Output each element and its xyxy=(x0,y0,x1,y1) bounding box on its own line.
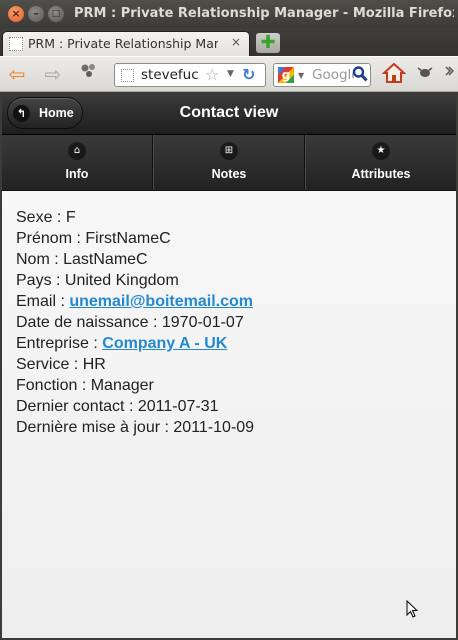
field-label: Fonction : xyxy=(16,377,87,394)
field-value: 2011-10-09 xyxy=(173,419,255,436)
field-label: Email : xyxy=(16,293,65,310)
addon-bug-icon[interactable] xyxy=(416,65,434,83)
favicon-placeholder-icon xyxy=(9,37,23,51)
field-label: Nom : xyxy=(16,251,59,268)
web-page: ↰ Home Contact view ⌂ Info ⊞ Notes ★ Att… xyxy=(2,92,456,638)
window-maximize-button[interactable]: □ xyxy=(48,6,64,22)
field-label: Dernier contact : xyxy=(16,398,134,415)
field-value: LastNameC xyxy=(63,251,148,268)
field-value: FirstNameC xyxy=(85,230,171,247)
grid-icon: ⊞ xyxy=(220,142,238,160)
tab-notes-label: Notes xyxy=(211,167,247,181)
field-prenom: Prénom : FirstNameC xyxy=(16,228,254,249)
window-title: PRM : Private Relationship Manager - Moz… xyxy=(74,6,454,21)
field-value: 2011-07-31 xyxy=(137,398,219,415)
contact-navbar: ⌂ Info ⊞ Notes ★ Attributes xyxy=(2,135,456,191)
field-label: Date de naissance : xyxy=(16,314,158,331)
field-value: 1970-01-07 xyxy=(161,314,244,331)
field-value: Manager xyxy=(90,377,154,394)
field-email: Email : unemail@boitemail.com xyxy=(16,291,254,312)
field-pays: Pays : United Kingdom xyxy=(16,270,254,291)
field-label: Service : xyxy=(16,356,79,373)
field-label: Prénom : xyxy=(16,230,81,247)
tab-strip: PRM : Private Relationship Manager × ✚ xyxy=(0,28,458,56)
field-label: Dernière mise à jour : xyxy=(16,419,169,436)
field-dernier-contact: Dernier contact : 2011-07-31 xyxy=(16,396,254,417)
page-header: ↰ Home Contact view xyxy=(2,92,456,135)
url-bar[interactable]: stevefuc ☆ ▼ ↻ xyxy=(114,63,266,87)
field-label: Entreprise : xyxy=(16,335,98,352)
new-tab-button[interactable]: ✚ xyxy=(256,33,280,53)
tab-close-button[interactable]: × xyxy=(229,35,243,49)
search-input[interactable]: Google xyxy=(312,67,354,83)
window-border xyxy=(0,92,2,640)
back-button[interactable]: ⇦ xyxy=(4,62,30,86)
browser-home-icon[interactable] xyxy=(381,62,407,90)
url-text[interactable]: stevefuc xyxy=(141,67,203,83)
overflow-chevron-icon[interactable] xyxy=(444,65,455,80)
url-dropdown-icon[interactable]: ▼ xyxy=(227,69,234,79)
star-icon: ★ xyxy=(372,142,390,160)
tab-info-label: Info xyxy=(65,167,89,181)
window-titlebar: × – □ PRM : Private Relationship Manager… xyxy=(0,0,458,28)
mouse-cursor-icon xyxy=(406,599,419,618)
field-label: Pays : xyxy=(16,272,61,289)
field-value: United Kingdom xyxy=(64,272,179,289)
window-close-button[interactable]: × xyxy=(8,6,24,22)
site-identity-icon[interactable] xyxy=(121,69,134,82)
email-link[interactable]: unemail@boitemail.com xyxy=(69,293,253,310)
google-icon[interactable]: g xyxy=(278,67,294,83)
window-minimize-button[interactable]: – xyxy=(28,6,44,22)
extension-icon[interactable] xyxy=(76,62,102,86)
field-fonction: Fonction : Manager xyxy=(16,375,254,396)
field-naissance: Date de naissance : 1970-01-07 xyxy=(16,312,254,333)
bookmark-star-icon[interactable]: ☆ xyxy=(205,65,219,84)
tab-info[interactable]: ⌂ Info xyxy=(2,135,153,190)
plus-icon: ✚ xyxy=(260,32,276,53)
tab-attributes-label: Attributes xyxy=(351,167,411,181)
forward-button[interactable]: ⇨ xyxy=(40,62,66,86)
browser-toolbar: ⇦ ⇨ stevefuc ☆ ▼ ↻ g ▼ Google xyxy=(0,56,458,92)
tab-title: PRM : Private Relationship Manager xyxy=(28,36,218,51)
search-icon[interactable] xyxy=(352,65,368,87)
search-bar[interactable]: g ▼ Google xyxy=(273,63,371,87)
field-label: Sexe : xyxy=(16,209,62,226)
field-service: Service : HR xyxy=(16,354,254,375)
field-value: F xyxy=(65,209,76,226)
company-link[interactable]: Company A - UK xyxy=(102,335,227,352)
reload-icon[interactable]: ↻ xyxy=(242,65,255,84)
search-engine-dropdown-icon[interactable]: ▼ xyxy=(298,71,304,80)
field-entreprise: Entreprise : Company A - UK xyxy=(16,333,254,354)
field-sexe: Sexe : F xyxy=(16,207,254,228)
browser-tab[interactable]: PRM : Private Relationship Manager × xyxy=(2,31,250,56)
tab-notes[interactable]: ⊞ Notes xyxy=(153,135,305,190)
page-title: Contact view xyxy=(179,104,279,121)
field-nom: Nom : LastNameC xyxy=(16,249,254,270)
home-icon: ⌂ xyxy=(68,142,86,160)
field-derniere-maj: Dernière mise à jour : 2011-10-09 xyxy=(16,417,254,438)
contact-details: Sexe : F Prénom : FirstNameC Nom : LastN… xyxy=(16,207,254,438)
field-value: HR xyxy=(82,356,106,373)
tab-attributes[interactable]: ★ Attributes xyxy=(305,135,456,190)
